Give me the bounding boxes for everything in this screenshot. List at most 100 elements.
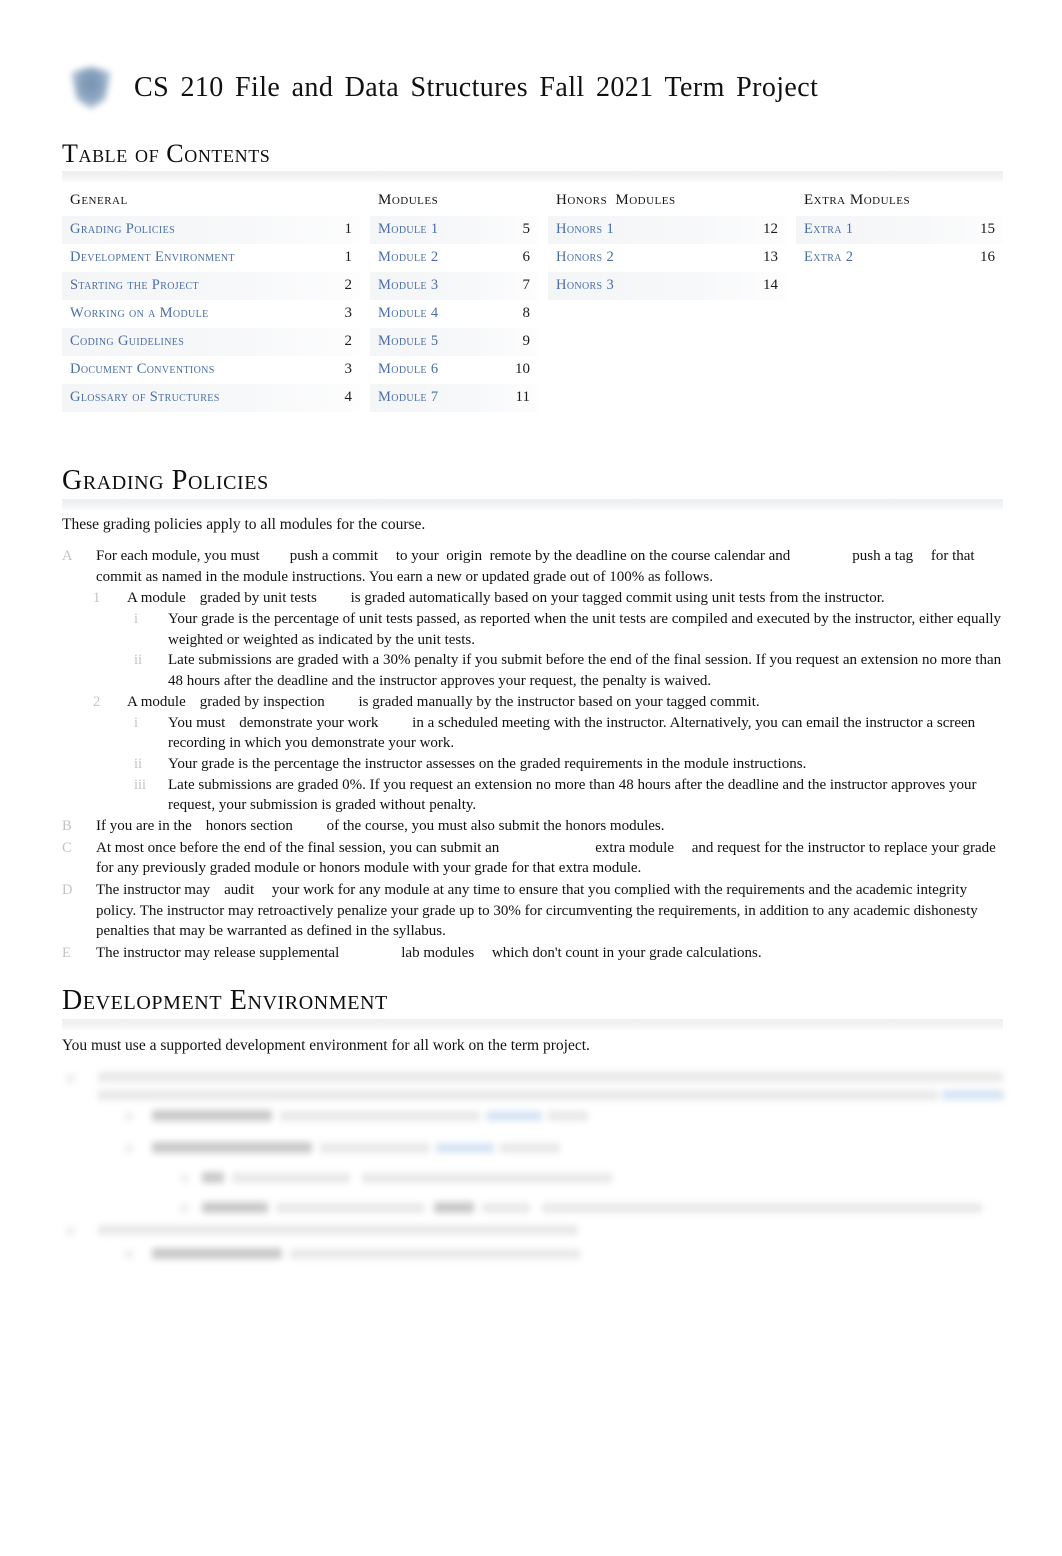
term-extra-module: extra module xyxy=(595,839,674,856)
document-header: CS 210 File and Data Structures Fall 202… xyxy=(62,56,1002,120)
outline-text: Late submissions are graded 0%. If you r… xyxy=(168,776,977,814)
toc-entry[interactable]: Honors 1 12 xyxy=(548,216,786,244)
text-run: is graded automatically based on your ta… xyxy=(350,590,885,607)
toc-entry[interactable]: Honors 2 13 xyxy=(548,244,786,272)
toc-entry-label: Grading Policies xyxy=(70,221,175,237)
outline-item-c: C At most once before the end of the fin… xyxy=(62,838,1003,879)
toc-column-title: Modules xyxy=(378,192,439,208)
term-graded-by-inspection: graded by inspection xyxy=(199,693,325,710)
toc-entry-label: Development Environment xyxy=(70,249,235,265)
outline-item-a: A For each module, you must push a commit… xyxy=(62,546,1003,587)
toc-entry[interactable]: Glossary of Structures 4 xyxy=(62,384,360,412)
toc-entry-label: Module 7 xyxy=(378,389,439,405)
toc-entry[interactable]: Module 7 11 xyxy=(370,384,538,412)
term-demonstrate-your-work: demonstrate your work xyxy=(239,714,379,731)
outline-marker: 2 xyxy=(93,693,101,710)
outline-item-a1ii: ii Late submissions are graded with a 30… xyxy=(62,650,1003,691)
toc-entry[interactable]: Module 1 5 xyxy=(370,216,538,244)
toc-entry-label: Glossary of Structures xyxy=(70,389,220,405)
obscured-content-region xyxy=(62,1064,1007,1269)
development-environment-heading: Development Environment xyxy=(62,985,1003,1031)
outline-text: The instructor may audit your work for an… xyxy=(96,880,1003,942)
table-of-contents: General Grading Policies 1 Development E… xyxy=(62,190,1003,412)
toc-entry-page: 5 xyxy=(522,221,531,237)
toc-entry[interactable]: Working on a Module 3 xyxy=(62,300,360,328)
toc-entry-page: 10 xyxy=(515,361,530,377)
toc-entry-label: Honors 3 xyxy=(556,277,615,293)
toc-entry-label: Module 3 xyxy=(378,277,439,293)
outline-text: A module graded by inspection is graded m… xyxy=(127,692,1003,713)
toc-entry-label: Module 6 xyxy=(378,361,439,377)
toc-column-general: General Grading Policies 1 Development E… xyxy=(62,190,360,412)
toc-entry-page: 3 xyxy=(344,305,353,321)
toc-entry[interactable]: Document Conventions 3 xyxy=(62,356,360,384)
toc-entry[interactable]: Module 3 7 xyxy=(370,272,538,300)
document-page: CS 210 File and Data Structures Fall 202… xyxy=(0,0,1062,1556)
outline-text: You must demonstrate your work in a sched… xyxy=(168,713,1003,754)
grading-policies-outline: A For each module, you must push a commit… xyxy=(62,546,1003,965)
toc-entry[interactable]: Module 2 6 xyxy=(370,244,538,272)
grading-policies-lead: These grading policies apply to all modu… xyxy=(62,516,426,533)
toc-column-extra-modules: Extra Modules Extra 1 15 Extra 2 16 xyxy=(796,190,1003,412)
outline-marker: C xyxy=(62,839,72,856)
toc-entry[interactable]: Extra 2 16 xyxy=(796,244,1003,272)
heading-rule xyxy=(62,171,1003,183)
toc-entry-page: 16 xyxy=(980,249,995,265)
toc-entry-page: 4 xyxy=(344,389,353,405)
outline-marker: 1 xyxy=(93,590,101,607)
toc-entry-label: Document Conventions xyxy=(70,361,215,377)
toc-entry-label: Module 1 xyxy=(378,221,439,237)
text-run: For each module, you must xyxy=(96,548,260,564)
text-run: If you are in the xyxy=(96,817,192,834)
text-run: A module xyxy=(127,693,186,710)
toc-entry-label: Extra 1 xyxy=(804,221,854,237)
outline-marker: ii xyxy=(134,755,143,772)
toc-heading: Table of Contents xyxy=(62,139,1003,183)
term-audit: audit xyxy=(224,882,255,898)
toc-entry-label: Extra 2 xyxy=(804,249,854,265)
text-run: You must xyxy=(168,714,226,731)
toc-entry[interactable]: Module 4 8 xyxy=(370,300,538,328)
toc-column-modules: Modules Module 1 5 Module 2 6 Module 3 7… xyxy=(370,190,538,412)
toc-entry[interactable]: Module 6 10 xyxy=(370,356,538,384)
toc-entry[interactable]: Starting the Project 2 xyxy=(62,272,360,300)
toc-entry-label: Starting the Project xyxy=(70,277,199,293)
toc-column-title: Extra Modules xyxy=(804,192,911,208)
text-run: of the course, you must also submit the … xyxy=(326,817,665,834)
text-run: At most once before the end of the final… xyxy=(96,839,500,856)
toc-entry-page: 8 xyxy=(522,305,531,321)
toc-entry[interactable]: Module 5 9 xyxy=(370,328,538,356)
text-run: The instructor may xyxy=(96,882,211,898)
outline-marker: E xyxy=(62,945,71,962)
text-run: remote by the deadline on the course cal… xyxy=(489,548,791,564)
development-environment-lead: You must use a supported development env… xyxy=(62,1037,590,1054)
shield-logo-icon xyxy=(62,59,120,117)
toc-entry-label: Coding Guidelines xyxy=(70,333,185,349)
outline-marker: ii xyxy=(134,652,143,669)
outline-item-a2i: i You must demonstrate your work in a sch… xyxy=(62,713,1003,754)
toc-entry[interactable]: Extra 1 15 xyxy=(796,216,1003,244)
outline-item-a1i: i Your grade is the percentage of unit t… xyxy=(62,609,1003,650)
grading-policies-heading: Grading Policies xyxy=(62,465,1003,511)
toc-entry-page: 7 xyxy=(522,277,531,293)
toc-entry-page: 2 xyxy=(344,277,353,293)
toc-entry[interactable]: Grading Policies 1 xyxy=(62,216,360,244)
toc-entry[interactable]: Honors 3 14 xyxy=(548,272,786,300)
term-push-a-commit: push a commit xyxy=(289,548,379,564)
outline-text: For each module, you must push a commit t… xyxy=(96,546,1003,587)
toc-entry-page: 3 xyxy=(344,361,353,377)
outline-text: Your grade is the percentage of unit tes… xyxy=(168,611,1002,648)
heading-rule xyxy=(62,499,1003,511)
outline-marker: B xyxy=(62,817,72,834)
text-run: is graded manually by the instructor bas… xyxy=(358,693,760,710)
toc-entry-label: Working on a Module xyxy=(70,305,209,321)
outline-item-e: E The instructor may release supplementa… xyxy=(62,943,1003,964)
text-run: A module xyxy=(127,590,186,607)
outline-text: Your grade is the percentage the instruc… xyxy=(168,755,807,772)
toc-entry[interactable]: Coding Guidelines 2 xyxy=(62,328,360,356)
toc-entry-label: Module 5 xyxy=(378,333,439,349)
toc-entry-label: Module 4 xyxy=(378,305,439,321)
toc-entry[interactable]: Development Environment 1 xyxy=(62,244,360,272)
toc-entry-page: 9 xyxy=(522,333,531,349)
toc-entry-page: 13 xyxy=(763,249,778,265)
